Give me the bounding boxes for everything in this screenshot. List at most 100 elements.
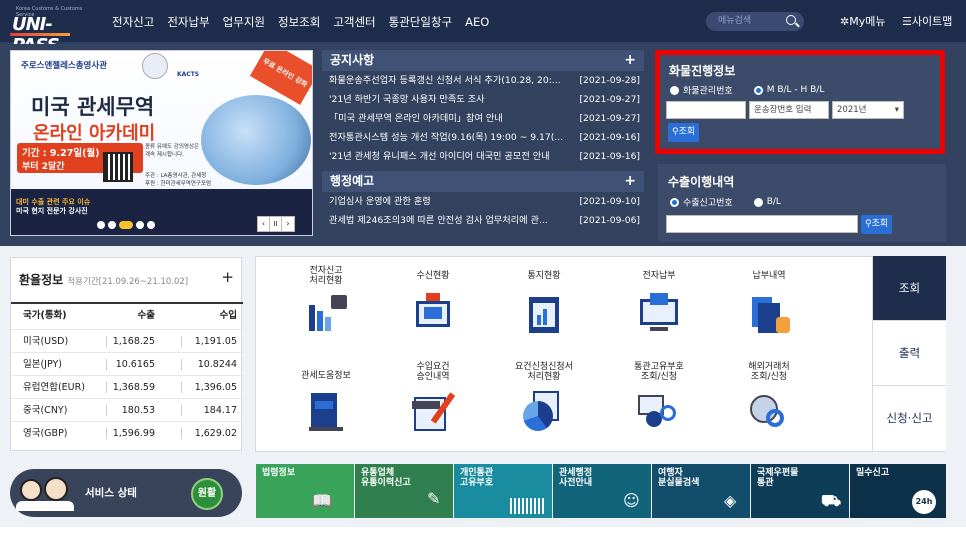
globe-search-icon[interactable] [746, 391, 792, 433]
export-search-label: 조회 [871, 219, 889, 229]
service-item-requirement-application[interactable]: 요건신청신청서 처리현황 [494, 362, 594, 382]
fx-divider [106, 382, 107, 393]
search-icon: ⚲ [865, 219, 872, 229]
service-item-overseas-partner[interactable]: 해외거래처 조회/신청 [719, 362, 819, 382]
export-radio-bl[interactable] [753, 197, 763, 207]
service-item-customs-help[interactable]: 관세도움정보 [276, 371, 376, 381]
slide-dot[interactable] [136, 221, 144, 229]
banner-promo-2: 미국 현지 전문가 강사진 [16, 207, 88, 215]
nav-item-customer-center[interactable]: 고객센터 [333, 14, 375, 30]
nav-item-info-lookup[interactable]: 정보조회 [278, 14, 320, 30]
fx-export: 1,596.99 [112, 428, 155, 439]
year-select-value: 2021년 [837, 105, 867, 115]
banner-sponsor: 후원 : 한미관세무역연구포럼 [145, 181, 212, 187]
service-item-customs-code[interactable]: 통관고유부호 조회/신청 [609, 362, 709, 382]
slide-dot-active[interactable] [119, 221, 133, 229]
notice-more-icon[interactable]: + [624, 50, 636, 71]
nav-item-electronic-payment[interactable]: 전자납부 [167, 14, 209, 30]
fx-divider [106, 405, 107, 416]
service-item-notice-status[interactable]: 통지현황 [494, 271, 594, 281]
cargo-radio-group: 화물관리번호 M B/L - H B/L [670, 83, 824, 97]
fx-divider [181, 405, 182, 416]
fx-divider [181, 336, 182, 347]
korea-customs-emblem-icon [142, 53, 168, 79]
waybill-number-input[interactable]: 운송장번호 입력 [749, 101, 829, 119]
tile-customs-guide[interactable]: 관세행정 사전안내 ☺ [553, 464, 651, 518]
bar-chart-icon[interactable] [303, 293, 349, 335]
academy-banner[interactable]: 주로스앤젤레스총영사관 KACTS 무료 온라인 강좌 미국 관세무역 온라인 … [10, 50, 313, 236]
export-number-input[interactable] [666, 215, 858, 233]
nav-item-single-window[interactable]: 통관단일창구 [389, 14, 452, 30]
year-select[interactable]: 2021년 ▾ [832, 101, 904, 119]
notice-chart-icon[interactable] [521, 293, 567, 335]
tile-distribution-report[interactable]: 유통업체 유통이력신고 ✎ [355, 464, 453, 518]
slide-next-icon[interactable]: › [282, 217, 294, 231]
cargo-number-input[interactable] [666, 101, 746, 119]
service-item-payment-history[interactable]: 납부내역 [719, 271, 819, 281]
notice-item[interactable]: '21년 하반기 국종망 사용자 만족도 조사 [2021-09-27] [322, 90, 644, 109]
pie-document-icon[interactable] [521, 391, 567, 433]
payment-monitor-icon[interactable] [636, 293, 682, 335]
cargo-radio-management-no[interactable] [670, 85, 679, 95]
admin-more-icon[interactable]: + [624, 171, 636, 192]
menu-search-input[interactable]: 메뉴검색 [706, 12, 804, 31]
notice-item[interactable]: 화물운송주선업자 등록갱신 신청서 서식 추가(10.28, 20:... [20… [322, 71, 644, 90]
cargo-radio-bl[interactable] [753, 85, 763, 95]
export-radio-declaration-no[interactable] [670, 197, 679, 207]
fx-import: 1,396.05 [194, 382, 237, 393]
service-item-receipt-status[interactable]: 수신현황 [383, 271, 483, 281]
my-menu-button[interactable]: ✲My메뉴 [840, 13, 885, 29]
slide-prev-icon[interactable]: ‹ [258, 217, 270, 231]
fx-country: 영국(GBP) [23, 428, 68, 439]
import-document-icon[interactable] [410, 391, 456, 433]
search-icon[interactable] [786, 15, 796, 25]
fx-more-icon[interactable]: + [221, 268, 234, 286]
payment-history-icon[interactable] [746, 293, 792, 335]
inbox-monitor-icon[interactable] [410, 293, 456, 335]
main-nav: 전자신고 전자납부 업무지원 정보조회 고객센터 통관단일창구 AEO [112, 0, 502, 44]
notice-item-text: 화물운송주선업자 등록갱신 신청서 서식 추가(10.28, 20:... [329, 75, 561, 86]
slide-dot[interactable] [108, 221, 116, 229]
slide-dot[interactable] [97, 221, 105, 229]
tab-application[interactable]: 신청·신고 [873, 386, 946, 452]
tab-lookup[interactable]: 조회 [873, 256, 946, 321]
banner-description: 종류 유예도 강의영상은 계속 제시합니다. [145, 144, 200, 158]
help-book-icon[interactable] [303, 391, 349, 433]
tab-print[interactable]: 출력 [873, 321, 946, 386]
tile-label: 관세행정 사전안내 [559, 468, 593, 488]
tile-lost-items[interactable]: 여행자 분실물검색 ◈ [652, 464, 750, 518]
sitemap-button[interactable]: ☰사이트맵 [902, 13, 952, 29]
fx-country: 유럽연합(EUR) [23, 382, 85, 393]
admin-item[interactable]: 관세법 제246조의3에 따른 안전성 검사 업무처리에 관... [2021-0… [322, 211, 644, 230]
search-placeholder: 메뉴검색 [718, 16, 752, 26]
admin-item[interactable]: 기업심사 운영에 관한 훈령 [2021-09-10] [322, 192, 644, 211]
banner-host: 주관 : LA총영사관, 관세청 [145, 173, 207, 179]
service-item-declaration-status[interactable]: 전자신고 처리현황 [276, 266, 376, 286]
export-search-button[interactable]: ⚲조회 [861, 215, 893, 234]
tile-law-info[interactable]: 법령정보 📖 [256, 464, 354, 518]
admin-title: 행정예고 [330, 174, 375, 188]
export-radio-group: 수출신고번호 B/L [670, 195, 781, 209]
slide-dot[interactable] [147, 221, 155, 229]
service-item-import-requirement[interactable]: 수입요건 승인내역 [383, 362, 483, 382]
tile-smuggling-report[interactable]: 밀수신고 24h [850, 464, 946, 518]
uni-pass-logo[interactable]: Korea Customs & Customs Service UNI-PASS [8, 6, 96, 56]
tile-personal-customs-code[interactable]: 개인통관 고유부호 [454, 464, 552, 518]
tile-international-mail[interactable]: 국제우편물 통관 ⛟ [751, 464, 849, 518]
slide-pause-button[interactable]: II [270, 217, 282, 231]
fx-divider [181, 359, 182, 370]
service-item-electronic-payment[interactable]: 전자납부 [609, 271, 709, 281]
nav-item-aeo[interactable]: AEO [465, 15, 489, 29]
fx-country: 중국(CNY) [23, 405, 68, 416]
quick-service-grid: 전자신고 처리현황 수신현황 통지현황 전자납부 납부내역 관세도움정보 수입요… [255, 256, 873, 452]
notice-item[interactable]: 「미국 관세무역 온라인 아카데미」참여 안내 [2021-09-27] [322, 109, 644, 128]
cargo-search-button[interactable]: ⚲조회 [668, 123, 700, 142]
nav-item-electronic-declaration[interactable]: 전자신고 [112, 14, 154, 30]
person-search-icon[interactable] [636, 391, 682, 433]
bag-icon: ◈ [724, 491, 737, 510]
notice-item[interactable]: 전자통관시스템 성능 개선 작업(9.16(목) 19:00 ~ 9.17(..… [322, 128, 644, 147]
notice-item[interactable]: '21년 관세청 유니패스 개선 아이디어 대국민 공모전 안내 [2021-09… [322, 147, 644, 166]
export-radio-2-label: B/L [766, 197, 781, 207]
cart-icon: ⛟ [821, 491, 842, 510]
nav-item-business-support[interactable]: 업무지원 [223, 14, 265, 30]
